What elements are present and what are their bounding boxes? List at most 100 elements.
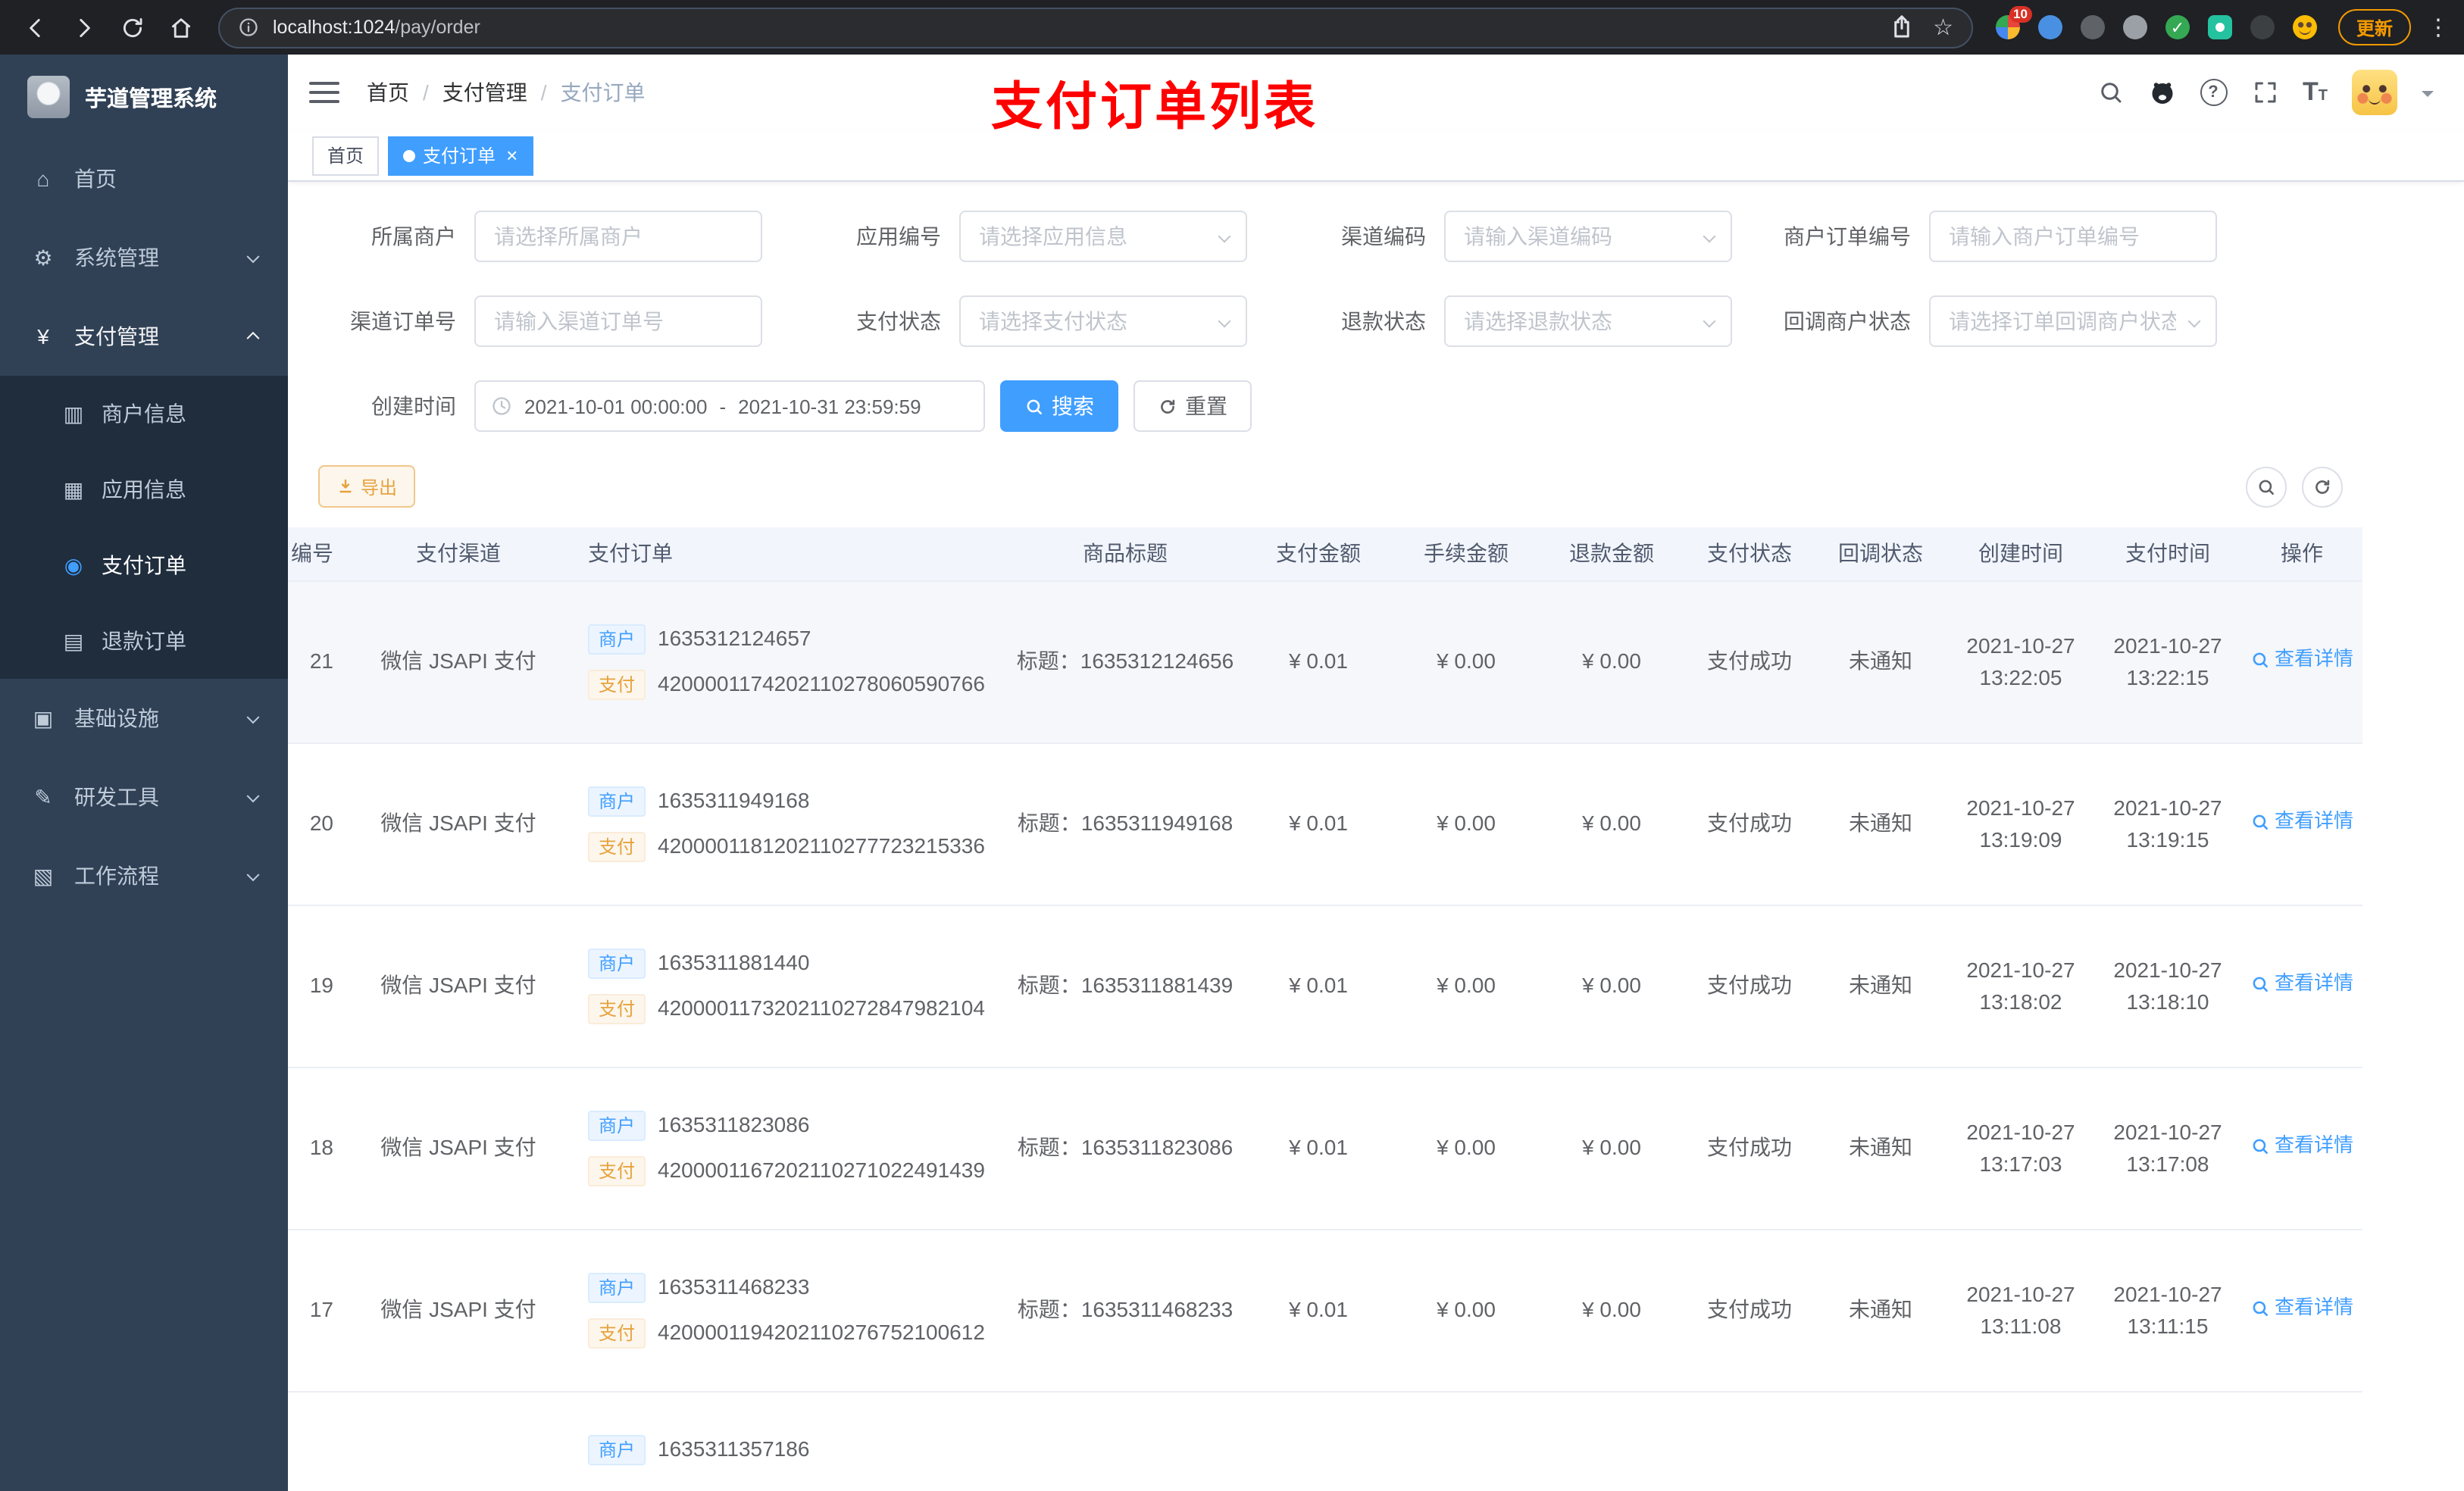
fee-amount: ¥ 0.00 (1437, 648, 1496, 673)
font-size-icon[interactable]: TT (2303, 77, 2328, 108)
sidebar-item-infrastructure[interactable]: ▣ 基础设施 (0, 679, 288, 758)
sidebar-item-home[interactable]: ⌂ 首页 (0, 139, 288, 218)
bookmark-star-icon[interactable]: ☆ (1933, 16, 1953, 39)
pay-tag: 支付 (588, 1155, 646, 1186)
extension-icon-smiley[interactable] (2285, 8, 2325, 47)
sidebar-item-system[interactable]: ⚙ 系统管理 (0, 218, 288, 297)
app-select[interactable] (961, 212, 1246, 261)
tab-pay-order[interactable]: 支付订单 × (388, 136, 533, 175)
view-detail-link[interactable]: 查看详情 (2250, 970, 2353, 997)
merchant-order-no: 1635311881440 (658, 949, 810, 974)
pay-amount: ¥ 0.01 (1289, 810, 1348, 835)
app-logo[interactable]: 芋道管理系统 (0, 55, 288, 139)
breadcrumb-home[interactable]: 首页 (367, 77, 409, 108)
document-icon: ▤ (63, 628, 84, 652)
tab-home[interactable]: 首页 (312, 136, 380, 175)
browser-update-button[interactable]: 更新 (2337, 9, 2411, 45)
refund-status-select[interactable] (1446, 297, 1731, 345)
pay-time: 2021-10-27 13:18:10 (2113, 957, 2222, 1013)
browser-home-icon[interactable] (158, 5, 203, 50)
tab-close-icon[interactable]: × (506, 145, 518, 165)
pay-time: 2021-10-27 13:17:08 (2113, 1119, 2222, 1175)
merchant-order-no: 1635311468233 (658, 1274, 810, 1299)
help-icon[interactable]: ? (2200, 79, 2227, 106)
col-header-id: 编号 (288, 527, 349, 581)
range-start: 2021-10-01 00:00:00 (524, 395, 708, 417)
extension-icon-gray[interactable] (2073, 8, 2112, 47)
channel-code-select[interactable] (1446, 212, 1731, 261)
sidebar-item-merchant-info[interactable]: ▥ 商户信息 (0, 376, 288, 452)
reset-button[interactable]: 重置 (1134, 380, 1252, 432)
tabs-bar: 首页 支付订单 × (288, 130, 2464, 182)
pay-submenu: ▥ 商户信息 ▦ 应用信息 ◉ 支付订单 ▤ 退款订单 (0, 376, 288, 679)
product-title-label: 标题： (1017, 1296, 1081, 1321)
sidebar-item-label: 支付管理 (74, 324, 159, 349)
extension-icon-multicolor[interactable]: 10 (1988, 6, 2032, 47)
view-detail-link[interactable]: 查看详情 (2250, 1132, 2353, 1159)
avatar[interactable] (2352, 70, 2397, 115)
sidebar-item-pay-order[interactable]: ◉ 支付订单 (0, 527, 288, 603)
sidebar-item-workflow[interactable]: ▧ 工作流程 (0, 836, 288, 915)
sidebar-item-app-info[interactable]: ▦ 应用信息 (0, 452, 288, 527)
search-button[interactable]: 搜索 (1000, 380, 1118, 432)
view-detail-link[interactable]: 查看详情 (2250, 645, 2353, 673)
merchant-order-no: 1635311357186 (658, 1436, 810, 1461)
pay-status-label: 支付状态 (856, 309, 941, 333)
avatar-caret-icon[interactable] (2422, 91, 2434, 103)
sidebar-item-pay[interactable]: ¥ 支付管理 (0, 297, 288, 376)
create-time-range-picker[interactable]: 2021-10-01 00:00:00 - 2021-10-31 23:59:5… (474, 380, 985, 432)
view-detail-link[interactable]: 查看详情 (2250, 1294, 2353, 1321)
pay-status-select[interactable] (961, 297, 1246, 345)
browser-back-icon[interactable] (12, 5, 58, 50)
extension-badge: 10 (2009, 6, 2032, 23)
extension-icon-green-check[interactable]: ✓ (2158, 8, 2197, 47)
sidebar-item-label: 研发工具 (74, 785, 159, 809)
address-bar[interactable]: localhost:1024/pay/order ☆ (218, 7, 1973, 48)
table-row: 17 微信 JSAPI 支付 商户 1635311468233 支付 42000… (288, 1229, 2362, 1392)
site-info-icon[interactable] (238, 17, 259, 38)
product-title-label: 标题： (1017, 1134, 1081, 1159)
sidebar-toggle-icon[interactable] (309, 76, 339, 109)
reset-button-label: 重置 (1185, 394, 1227, 418)
extension-icon-teal-chat[interactable] (2200, 8, 2240, 47)
view-detail-link[interactable]: 查看详情 (2250, 808, 2353, 835)
notify-status-select[interactable] (1931, 297, 2215, 345)
pay-status: 支付成功 (1707, 972, 1792, 997)
yen-icon: ¥ (37, 324, 49, 349)
product-title: 1635312124656 (1080, 648, 1234, 673)
pay-channel: 微信 JSAPI 支付 (380, 972, 536, 997)
pay-time: 2021-10-27 13:11:15 (2113, 1281, 2222, 1337)
toggle-search-button[interactable] (2246, 466, 2287, 507)
extension-icon-blue[interactable] (2031, 8, 2070, 47)
refund-status-label: 退款状态 (1341, 309, 1426, 333)
table-header-row: 编号 支付渠道 支付订单 商品标题 支付金额 手续金额 退款金额 支付状态 回调… (288, 527, 2362, 581)
export-button[interactable]: 导出 (318, 465, 416, 508)
refresh-table-button[interactable] (2302, 466, 2343, 507)
sidebar-item-devtools[interactable]: ✎ 研发工具 (0, 758, 288, 836)
merchant-order-no-input[interactable] (1931, 212, 2215, 261)
sidebar-item-label: 退款订单 (102, 629, 186, 653)
create-time: 2021-10-27 13:18:02 (1966, 957, 2075, 1013)
extension-icon-dark[interactable] (2243, 8, 2282, 47)
chevron-down-icon (246, 789, 260, 803)
fullscreen-icon[interactable] (2251, 79, 2278, 106)
create-time: 2021-10-27 13:22:05 (1966, 633, 2075, 689)
merchant-input[interactable] (476, 212, 761, 261)
search-icon (2253, 1138, 2268, 1153)
product-title: 1635311468233 (1080, 1296, 1234, 1321)
sidebar-item-refund-order[interactable]: ▤ 退款订单 (0, 603, 288, 679)
channel-order-no-input[interactable] (476, 297, 761, 345)
notify-status: 未通知 (1849, 972, 1912, 997)
breadcrumb-pay[interactable]: 支付管理 (442, 77, 527, 108)
browser-forward-icon[interactable] (61, 5, 106, 50)
col-header-status: 支付状态 (1685, 527, 1814, 581)
search-icon[interactable] (2097, 79, 2124, 106)
create-time: 2021-10-27 13:11:08 (1966, 1281, 2075, 1337)
extension-icon-lightgray[interactable] (2115, 8, 2155, 47)
browser-menu-icon[interactable]: ⋮ (2425, 14, 2452, 41)
channel-pay-no: 4200001173202110272847982104 (658, 995, 985, 1020)
share-icon[interactable] (1887, 14, 1915, 41)
pay-channel: 微信 JSAPI 支付 (380, 648, 536, 673)
github-icon[interactable] (2148, 79, 2175, 106)
browser-reload-icon[interactable] (109, 5, 155, 50)
